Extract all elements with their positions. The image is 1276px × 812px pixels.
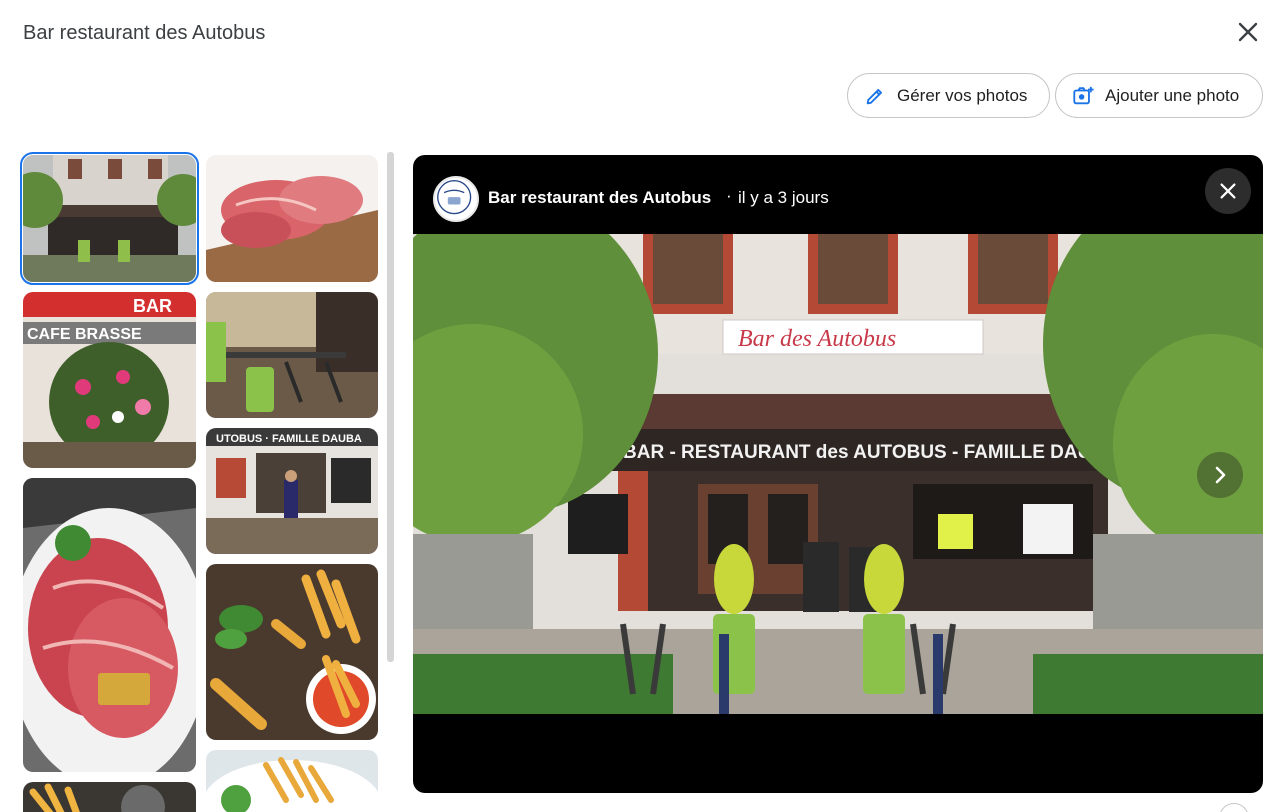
svg-text:UTOBUS · FAMILLE DAUBA: UTOBUS · FAMILLE DAUBA: [216, 433, 362, 445]
add-photo-label: Ajouter une photo: [1105, 85, 1240, 105]
svg-text:BAR - RESTAURANT des AUTOBUS -: BAR - RESTAURANT des AUTOBUS - FAMILLE D…: [623, 442, 1119, 463]
viewer-header: Bar restaurant des Autobus · il y a 3 jo…: [413, 155, 1263, 234]
page-title: Bar restaurant des Autobus: [23, 22, 266, 44]
thumbnail-storefront[interactable]: [20, 152, 199, 285]
next-photo-button[interactable]: [1197, 452, 1243, 498]
viewer-author[interactable]: Bar restaurant des Autobus: [488, 188, 711, 208]
thumbnail-ham-board[interactable]: [206, 155, 378, 282]
thumbnail-fries[interactable]: [23, 782, 196, 812]
photo-viewer: Bar restaurant des Autobus · il y a 3 jo…: [413, 155, 1263, 793]
svg-text:Bar des Autobus: Bar des Autobus: [738, 326, 896, 352]
chevron-right-icon: [1208, 463, 1232, 487]
viewer-separator: ·: [726, 186, 732, 205]
svg-text:CAFE BRASSE: CAFE BRASSE: [27, 326, 142, 343]
close-icon: [1217, 180, 1239, 202]
thumbnail-cafe-sign-flowers[interactable]: BAR CAFE BRASSE: [23, 292, 196, 468]
thumbnail-steak-fries[interactable]: [206, 750, 378, 812]
add-photo-icon: [1072, 85, 1094, 107]
thumbnail-terrace[interactable]: [206, 292, 378, 418]
add-photo-button[interactable]: Ajouter une photo: [1055, 73, 1263, 118]
manage-photos-label: Gérer vos photos: [897, 85, 1028, 105]
viewer-time: il y a 3 jours: [738, 188, 829, 207]
manage-photos-button[interactable]: Gérer vos photos: [847, 73, 1050, 118]
viewer-close-button[interactable]: [1205, 168, 1251, 214]
thumbnail-storefront-person[interactable]: UTOBUS · FAMILLE DAUBA: [206, 428, 378, 554]
thumbnail-fries-sauce[interactable]: [206, 564, 378, 740]
thumbnail-ham-plate[interactable]: [23, 478, 196, 772]
main-photo: Bar des Autobus BAR - RESTAURANT des AUT…: [413, 234, 1263, 714]
close-icon[interactable]: [1234, 18, 1262, 46]
gallery-scrollbar[interactable]: [387, 152, 394, 662]
svg-text:BAR: BAR: [133, 296, 172, 316]
avatar[interactable]: [433, 176, 479, 222]
bottom-control[interactable]: [1219, 803, 1249, 812]
pencil-icon: [864, 85, 886, 107]
